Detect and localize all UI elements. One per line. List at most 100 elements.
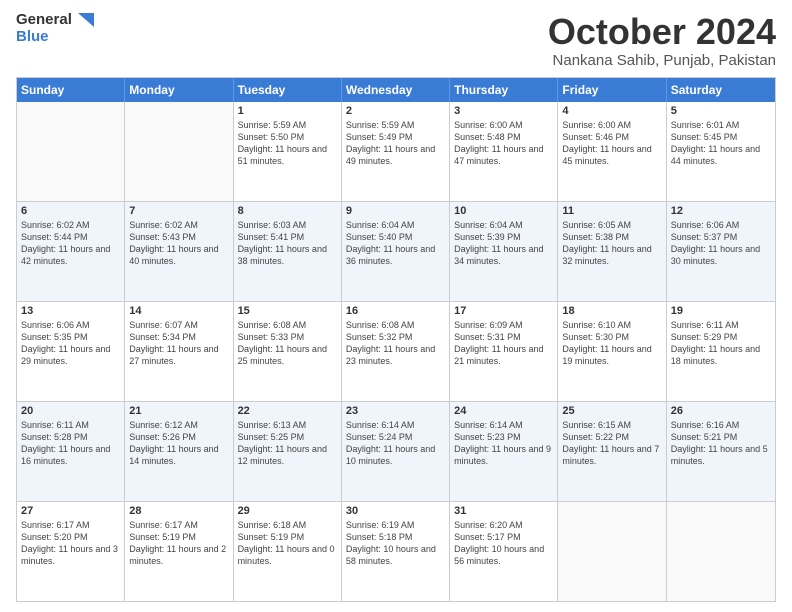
calendar-day-cell: 4 Sunrise: 6:00 AMSunset: 5:46 PMDayligh…	[558, 102, 666, 201]
calendar: SundayMondayTuesdayWednesdayThursdayFrid…	[16, 77, 776, 602]
cell-info: Sunrise: 6:04 AMSunset: 5:39 PMDaylight:…	[454, 219, 553, 268]
day-number: 11	[562, 205, 661, 217]
calendar-day-cell: 10 Sunrise: 6:04 AMSunset: 5:39 PMDaylig…	[450, 202, 558, 301]
cell-info: Sunrise: 6:17 AMSunset: 5:20 PMDaylight:…	[21, 519, 120, 568]
cell-info: Sunrise: 6:18 AMSunset: 5:19 PMDaylight:…	[238, 519, 337, 568]
day-number: 27	[21, 505, 120, 517]
calendar-day-cell: 1 Sunrise: 5:59 AMSunset: 5:50 PMDayligh…	[234, 102, 342, 201]
day-number: 20	[21, 405, 120, 417]
empty-cell	[667, 502, 775, 601]
calendar-day-cell: 14 Sunrise: 6:07 AMSunset: 5:34 PMDaylig…	[125, 302, 233, 401]
day-number: 30	[346, 505, 445, 517]
cell-info: Sunrise: 6:03 AMSunset: 5:41 PMDaylight:…	[238, 219, 337, 268]
cell-info: Sunrise: 6:11 AMSunset: 5:28 PMDaylight:…	[21, 419, 120, 468]
day-number: 10	[454, 205, 553, 217]
empty-cell	[558, 502, 666, 601]
day-number: 2	[346, 105, 445, 117]
cell-info: Sunrise: 6:20 AMSunset: 5:17 PMDaylight:…	[454, 519, 553, 568]
day-number: 19	[671, 305, 771, 317]
day-number: 21	[129, 405, 228, 417]
calendar-row: 20 Sunrise: 6:11 AMSunset: 5:28 PMDaylig…	[17, 402, 775, 502]
cell-info: Sunrise: 6:04 AMSunset: 5:40 PMDaylight:…	[346, 219, 445, 268]
cell-info: Sunrise: 6:07 AMSunset: 5:34 PMDaylight:…	[129, 319, 228, 368]
calendar-row: 6 Sunrise: 6:02 AMSunset: 5:44 PMDayligh…	[17, 202, 775, 302]
empty-cell	[125, 102, 233, 201]
day-header-tuesday: Tuesday	[234, 78, 342, 102]
calendar-day-cell: 2 Sunrise: 5:59 AMSunset: 5:49 PMDayligh…	[342, 102, 450, 201]
cell-info: Sunrise: 6:14 AMSunset: 5:24 PMDaylight:…	[346, 419, 445, 468]
day-number: 18	[562, 305, 661, 317]
day-number: 14	[129, 305, 228, 317]
day-header-friday: Friday	[558, 78, 666, 102]
cell-info: Sunrise: 6:15 AMSunset: 5:22 PMDaylight:…	[562, 419, 661, 468]
calendar-day-cell: 5 Sunrise: 6:01 AMSunset: 5:45 PMDayligh…	[667, 102, 775, 201]
logo-triangle-icon	[78, 13, 94, 27]
calendar-day-cell: 22 Sunrise: 6:13 AMSunset: 5:25 PMDaylig…	[234, 402, 342, 501]
cell-info: Sunrise: 6:06 AMSunset: 5:37 PMDaylight:…	[671, 219, 771, 268]
calendar-day-cell: 29 Sunrise: 6:18 AMSunset: 5:19 PMDaylig…	[234, 502, 342, 601]
calendar-day-cell: 26 Sunrise: 6:16 AMSunset: 5:21 PMDaylig…	[667, 402, 775, 501]
cell-info: Sunrise: 6:12 AMSunset: 5:26 PMDaylight:…	[129, 419, 228, 468]
day-number: 16	[346, 305, 445, 317]
calendar-day-cell: 8 Sunrise: 6:03 AMSunset: 5:41 PMDayligh…	[234, 202, 342, 301]
calendar-day-cell: 20 Sunrise: 6:11 AMSunset: 5:28 PMDaylig…	[17, 402, 125, 501]
empty-cell	[17, 102, 125, 201]
day-number: 17	[454, 305, 553, 317]
day-number: 9	[346, 205, 445, 217]
cell-info: Sunrise: 6:11 AMSunset: 5:29 PMDaylight:…	[671, 319, 771, 368]
calendar-row: 13 Sunrise: 6:06 AMSunset: 5:35 PMDaylig…	[17, 302, 775, 402]
calendar-day-cell: 25 Sunrise: 6:15 AMSunset: 5:22 PMDaylig…	[558, 402, 666, 501]
day-number: 23	[346, 405, 445, 417]
month-title: October 2024	[548, 12, 776, 52]
day-number: 8	[238, 205, 337, 217]
cell-info: Sunrise: 6:09 AMSunset: 5:31 PMDaylight:…	[454, 319, 553, 368]
cell-info: Sunrise: 6:02 AMSunset: 5:43 PMDaylight:…	[129, 219, 228, 268]
day-number: 12	[671, 205, 771, 217]
location: Nankana Sahib, Punjab, Pakistan	[548, 52, 776, 69]
day-header-sunday: Sunday	[17, 78, 125, 102]
day-number: 4	[562, 105, 661, 117]
cell-info: Sunrise: 6:19 AMSunset: 5:18 PMDaylight:…	[346, 519, 445, 568]
cell-info: Sunrise: 5:59 AMSunset: 5:50 PMDaylight:…	[238, 119, 337, 168]
day-number: 6	[21, 205, 120, 217]
calendar-day-cell: 19 Sunrise: 6:11 AMSunset: 5:29 PMDaylig…	[667, 302, 775, 401]
calendar-day-cell: 6 Sunrise: 6:02 AMSunset: 5:44 PMDayligh…	[17, 202, 125, 301]
cell-info: Sunrise: 6:10 AMSunset: 5:30 PMDaylight:…	[562, 319, 661, 368]
calendar-day-cell: 23 Sunrise: 6:14 AMSunset: 5:24 PMDaylig…	[342, 402, 450, 501]
calendar-day-cell: 9 Sunrise: 6:04 AMSunset: 5:40 PMDayligh…	[342, 202, 450, 301]
logo: General Blue	[16, 12, 94, 45]
cell-info: Sunrise: 6:02 AMSunset: 5:44 PMDaylight:…	[21, 219, 120, 268]
day-number: 22	[238, 405, 337, 417]
day-header-saturday: Saturday	[667, 78, 775, 102]
calendar-day-cell: 3 Sunrise: 6:00 AMSunset: 5:48 PMDayligh…	[450, 102, 558, 201]
day-number: 3	[454, 105, 553, 117]
day-number: 7	[129, 205, 228, 217]
calendar-day-cell: 15 Sunrise: 6:08 AMSunset: 5:33 PMDaylig…	[234, 302, 342, 401]
day-number: 31	[454, 505, 553, 517]
day-number: 28	[129, 505, 228, 517]
calendar-day-cell: 30 Sunrise: 6:19 AMSunset: 5:18 PMDaylig…	[342, 502, 450, 601]
calendar-day-cell: 21 Sunrise: 6:12 AMSunset: 5:26 PMDaylig…	[125, 402, 233, 501]
calendar-day-cell: 28 Sunrise: 6:17 AMSunset: 5:19 PMDaylig…	[125, 502, 233, 601]
calendar-day-cell: 16 Sunrise: 6:08 AMSunset: 5:32 PMDaylig…	[342, 302, 450, 401]
day-number: 24	[454, 405, 553, 417]
day-header-monday: Monday	[125, 78, 233, 102]
day-number: 13	[21, 305, 120, 317]
header: General Blue October 2024 Nankana Sahib,…	[16, 12, 776, 69]
calendar-day-cell: 18 Sunrise: 6:10 AMSunset: 5:30 PMDaylig…	[558, 302, 666, 401]
title-block: October 2024 Nankana Sahib, Punjab, Paki…	[548, 12, 776, 69]
cell-info: Sunrise: 6:00 AMSunset: 5:48 PMDaylight:…	[454, 119, 553, 168]
cell-info: Sunrise: 6:01 AMSunset: 5:45 PMDaylight:…	[671, 119, 771, 168]
calendar-row: 27 Sunrise: 6:17 AMSunset: 5:20 PMDaylig…	[17, 502, 775, 601]
calendar-header: SundayMondayTuesdayWednesdayThursdayFrid…	[17, 78, 775, 102]
day-header-thursday: Thursday	[450, 78, 558, 102]
day-number: 5	[671, 105, 771, 117]
calendar-day-cell: 27 Sunrise: 6:17 AMSunset: 5:20 PMDaylig…	[17, 502, 125, 601]
calendar-day-cell: 7 Sunrise: 6:02 AMSunset: 5:43 PMDayligh…	[125, 202, 233, 301]
cell-info: Sunrise: 6:00 AMSunset: 5:46 PMDaylight:…	[562, 119, 661, 168]
calendar-day-cell: 17 Sunrise: 6:09 AMSunset: 5:31 PMDaylig…	[450, 302, 558, 401]
day-number: 25	[562, 405, 661, 417]
cell-info: Sunrise: 6:08 AMSunset: 5:32 PMDaylight:…	[346, 319, 445, 368]
calendar-day-cell: 12 Sunrise: 6:06 AMSunset: 5:37 PMDaylig…	[667, 202, 775, 301]
calendar-body: 1 Sunrise: 5:59 AMSunset: 5:50 PMDayligh…	[17, 102, 775, 601]
